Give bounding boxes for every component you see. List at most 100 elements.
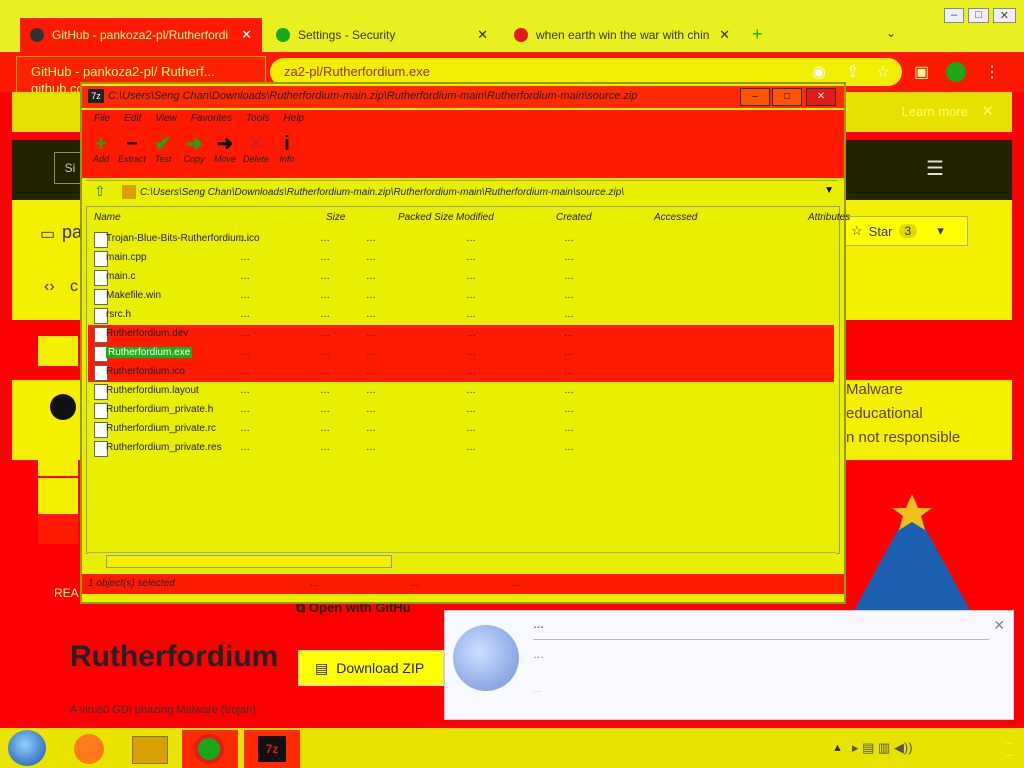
clock[interactable]: … … bbox=[1004, 736, 1014, 760]
cell-accessed: … bbox=[564, 271, 574, 282]
code-tab[interactable]: ‹› bbox=[44, 278, 55, 296]
column-name[interactable]: Name bbox=[94, 212, 121, 223]
cell-modified: … bbox=[366, 385, 376, 396]
maximize-button[interactable]: □ bbox=[772, 88, 802, 106]
cell-packed: … bbox=[320, 290, 330, 301]
cell-size: … bbox=[240, 442, 250, 453]
extension-icon[interactable]: ◉ bbox=[812, 62, 826, 82]
chrome-icon[interactable] bbox=[182, 730, 238, 768]
file-row[interactable]: Rutherfordium_private.res…………… bbox=[88, 439, 834, 458]
learn-more-link[interactable]: Learn more bbox=[902, 104, 968, 119]
branch-button[interactable] bbox=[38, 336, 78, 366]
cell-modified: … bbox=[366, 328, 376, 339]
file-row[interactable]: Rutherfordium.layout…………… bbox=[88, 382, 834, 401]
close-tab-icon[interactable]: ✕ bbox=[477, 27, 488, 43]
add-button[interactable]: + Add bbox=[86, 134, 116, 164]
column-attributes[interactable]: Attributes bbox=[808, 212, 850, 223]
test-button[interactable]: ✔ Test bbox=[148, 134, 178, 164]
notification-title: … bbox=[533, 619, 544, 631]
firefox-icon[interactable] bbox=[62, 730, 118, 768]
close-tab-icon[interactable]: ✕ bbox=[241, 27, 252, 43]
close-tab-icon[interactable]: ✕ bbox=[719, 27, 730, 43]
minimize-button[interactable]: – bbox=[944, 8, 965, 23]
new-tab-button[interactable]: + bbox=[752, 24, 763, 45]
column-size[interactable]: Size bbox=[326, 212, 345, 223]
close-button[interactable]: ✕ bbox=[992, 8, 1016, 23]
file-row[interactable]: Rutherfordium.exe…………… bbox=[88, 344, 834, 363]
file-row[interactable]: Rutherfordium.ico…………… bbox=[88, 363, 834, 382]
minimize-button[interactable]: – bbox=[740, 88, 770, 106]
file-row[interactable]: Rutherfordium_private.rc…………… bbox=[88, 420, 834, 439]
sevenzip-titlebar[interactable]: 7z C:\Users\Seng Chan\Downloads\Rutherfo… bbox=[82, 86, 844, 108]
start-button[interactable] bbox=[8, 730, 46, 766]
chevron-down-icon[interactable]: ▼ bbox=[824, 185, 834, 196]
gear-icon bbox=[276, 28, 290, 42]
close-icon[interactable]: ✕ bbox=[981, 102, 994, 120]
share-icon[interactable]: ⇪ bbox=[846, 62, 859, 82]
file-row[interactable]: rsrc.h…………… bbox=[88, 306, 834, 325]
tab-search-icon[interactable]: ⌄ bbox=[886, 26, 896, 40]
close-icon[interactable]: ✕ bbox=[993, 617, 1005, 634]
cell-packed: … bbox=[320, 385, 330, 396]
open-with-desktop[interactable]: ⧉ Open with GitHu bbox=[296, 600, 446, 628]
cell-size: … bbox=[240, 233, 250, 244]
cell-name: main.c bbox=[106, 271, 136, 282]
tab-youtube[interactable]: when earth win the war with chin ✕ bbox=[504, 18, 740, 52]
extract-button[interactable]: − Extract bbox=[117, 134, 147, 164]
bookmark-star-icon[interactable]: ☆ bbox=[876, 62, 890, 82]
horizontal-scrollbar[interactable] bbox=[88, 552, 836, 569]
menu-file[interactable]: File bbox=[94, 110, 110, 128]
file-row[interactable]: main.cpp…………… bbox=[88, 249, 834, 268]
file-row[interactable]: main.c…………… bbox=[88, 268, 834, 287]
cell-created: … bbox=[466, 233, 476, 244]
star-button[interactable]: ☆ Star 3 ▾ bbox=[842, 216, 968, 246]
notification-toast[interactable]: … … … ✕ bbox=[444, 610, 1014, 720]
up-folder-icon[interactable]: ⇧ bbox=[94, 183, 106, 200]
menu-favorites[interactable]: Favorites bbox=[191, 110, 232, 128]
delete-button[interactable]: ✕ Delete bbox=[241, 134, 271, 164]
star-count: 3 bbox=[898, 224, 918, 238]
file-explorer-icon[interactable] bbox=[122, 730, 178, 768]
contributor-avatar[interactable] bbox=[50, 394, 76, 420]
menu-help[interactable]: Help bbox=[284, 110, 305, 128]
cell-packed: … bbox=[320, 328, 330, 339]
column-modified[interactable]: Modified bbox=[456, 212, 494, 223]
avatar[interactable] bbox=[946, 62, 966, 82]
app-logo-icon bbox=[453, 625, 519, 691]
file-row[interactable]: Makefile.win…………… bbox=[88, 287, 834, 306]
menu-view[interactable]: View bbox=[155, 110, 177, 128]
column-created[interactable]: Created bbox=[556, 212, 592, 223]
cell-name: main.cpp bbox=[106, 252, 147, 263]
maximize-button[interactable]: □ bbox=[968, 8, 989, 23]
address-bar[interactable]: ⇧ C:\Users\Seng Chan\Downloads\Rutherfor… bbox=[86, 180, 838, 205]
menu-icon[interactable]: ⋮ bbox=[984, 62, 1000, 82]
show-hidden-icons[interactable]: ▲ bbox=[832, 742, 843, 754]
cell-packed: … bbox=[320, 252, 330, 263]
sidepanel-icon[interactable]: ▣ bbox=[914, 62, 929, 82]
menu-tools[interactable]: Tools bbox=[246, 110, 270, 128]
download-zip-button[interactable]: ▤ Download ZIP bbox=[298, 650, 444, 686]
file-row[interactable]: Trojan-Blue-Bits-Rutherfordium.ico…………… bbox=[88, 230, 834, 249]
hamburger-icon[interactable]: ☰ bbox=[926, 156, 944, 181]
tab-github[interactable]: GitHub - pankoza2-pl/Rutherfordi ✕ bbox=[20, 18, 262, 52]
tray-icons[interactable]: ▸ ▤ ▥ ◀)) bbox=[852, 740, 913, 756]
file-row[interactable]: Rutherfordium_private.h…………… bbox=[88, 401, 834, 420]
column-accessed[interactable]: Accessed bbox=[654, 212, 697, 223]
file-row[interactable]: Rutherfordium.dev…………… bbox=[88, 325, 834, 344]
move-button[interactable]: ➜ Move bbox=[210, 134, 240, 164]
scrollbar-thumb[interactable] bbox=[106, 555, 392, 568]
cell-created: … bbox=[466, 271, 476, 282]
menu-edit[interactable]: Edit bbox=[124, 110, 141, 128]
close-button[interactable]: ✕ bbox=[806, 88, 836, 106]
notification-body: … bbox=[533, 684, 542, 694]
sevenzip-taskbar-icon[interactable]: 7z bbox=[244, 730, 300, 768]
column-packed-size[interactable]: Packed Size bbox=[398, 212, 454, 223]
cell-modified: … bbox=[366, 233, 376, 244]
disclaimer-line: n not responsible bbox=[846, 429, 961, 446]
sevenzip-app-icon: 7z bbox=[258, 736, 286, 762]
sevenzip-app-icon: 7z bbox=[88, 89, 104, 103]
info-button[interactable]: i Info bbox=[272, 134, 302, 164]
copy-button[interactable]: ➜ Copy bbox=[179, 134, 209, 164]
cell-size: … bbox=[240, 347, 250, 358]
tab-settings[interactable]: Settings - Security ✕ bbox=[266, 18, 498, 52]
